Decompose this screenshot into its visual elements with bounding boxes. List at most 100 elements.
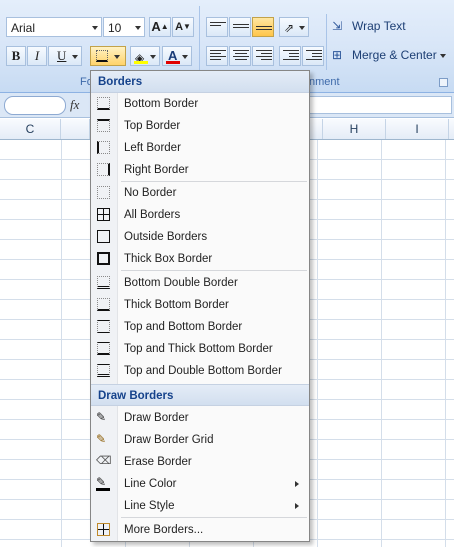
menu-item-right-border[interactable]: Right Border (91, 159, 309, 181)
align-center-icon (233, 50, 249, 62)
bottom-double-border-icon (97, 276, 110, 289)
dialog-launcher-icon[interactable] (439, 78, 448, 87)
fill-color-bar (134, 61, 148, 64)
column-header[interactable] (61, 119, 90, 139)
menu-item-bottom-border[interactable]: Bottom Border (91, 93, 309, 115)
menu-item-top-border[interactable]: Top Border (91, 115, 309, 137)
left-border-icon (97, 141, 110, 154)
menu-item-label: Top and Double Bottom Border (124, 365, 282, 377)
font-size-box[interactable]: 10 (103, 17, 145, 37)
fill-color-button[interactable]: ◈ (130, 46, 160, 66)
merge-center-label: Merge & Center (352, 48, 437, 62)
menu-item-no-border[interactable]: No Border (91, 182, 309, 204)
menu-item-left-border[interactable]: Left Border (91, 137, 309, 159)
menu-item-line-style[interactable]: Line Style (91, 495, 309, 517)
menu-item-top-and-double-bottom-border[interactable]: Top and Double Bottom Border (91, 360, 309, 382)
shrink-font-button[interactable]: A▼ (172, 17, 194, 37)
align-bottom-icon (256, 26, 272, 38)
line-color-bar (96, 488, 110, 491)
top-border-icon (97, 119, 110, 132)
wrap-text-icon: ⇲ (332, 19, 343, 33)
chevron-down-icon[interactable] (440, 54, 446, 58)
menu-item-bottom-double-border[interactable]: Bottom Double Border (91, 272, 309, 294)
align-top-button[interactable] (206, 17, 228, 37)
align-left-icon (210, 50, 226, 62)
decrease-indent-button[interactable] (279, 46, 301, 66)
alignment-group-label: nment (309, 76, 340, 88)
menu-separator (121, 270, 307, 271)
more-borders-icon (97, 523, 110, 536)
menu-item-draw-border-grid[interactable]: ✎ Draw Border Grid (91, 429, 309, 451)
shrink-font-icon: A (175, 21, 184, 33)
chevron-down-icon[interactable] (72, 55, 78, 59)
top-thick-bottom-border-icon (97, 342, 110, 355)
fx-icon[interactable]: fx (70, 97, 79, 113)
menu-item-label: Draw Border (124, 412, 189, 424)
chevron-down-icon[interactable] (92, 26, 98, 30)
increase-indent-button[interactable] (302, 46, 324, 66)
orientation-icon: ⇗ (284, 21, 295, 35)
align-left-button[interactable] (206, 46, 228, 66)
font-color-bar (166, 61, 180, 64)
menu-item-label: More Borders... (124, 524, 204, 536)
menu-item-label: Top and Bottom Border (124, 321, 243, 333)
chevron-down-icon[interactable] (182, 55, 188, 59)
chevron-down-icon[interactable] (299, 26, 305, 30)
menu-item-top-and-bottom-border[interactable]: Top and Bottom Border (91, 316, 309, 338)
name-box[interactable] (4, 96, 66, 115)
italic-button[interactable]: I (27, 46, 47, 66)
column-header-h[interactable]: H (323, 119, 386, 139)
menu-item-thick-bottom-border[interactable]: Thick Bottom Border (91, 294, 309, 316)
wrap-text-label: Wrap Text (352, 19, 406, 33)
line-color-icon: ✎ (96, 476, 110, 491)
bottom-border-icon (97, 97, 110, 110)
menu-item-label: Top and Thick Bottom Border (124, 343, 273, 355)
menu-item-outside-borders[interactable]: Outside Borders (91, 226, 309, 248)
menu-item-more-borders[interactable]: More Borders... (91, 519, 309, 541)
bold-button[interactable]: B (6, 46, 26, 66)
menu-item-draw-border[interactable]: ✎ Draw Border (91, 407, 309, 429)
orientation-button[interactable]: ⇗ (279, 17, 309, 37)
menu-item-thick-box-border[interactable]: Thick Box Border (91, 248, 309, 270)
menu-item-label: Top Border (124, 120, 181, 132)
grow-font-icon: A (151, 19, 161, 34)
pencil-grid-icon: ✎ (96, 432, 107, 446)
group-divider (326, 14, 327, 70)
menu-item-label: Bottom Double Border (124, 277, 238, 289)
borders-section-header: Borders (91, 71, 309, 93)
column-header-c[interactable]: C (0, 119, 61, 139)
font-name-box[interactable]: Arial (6, 17, 102, 37)
bottom-border-icon (96, 50, 108, 62)
menu-item-label: Thick Bottom Border (124, 299, 229, 311)
menu-item-erase-border[interactable]: ⌫ Erase Border (91, 451, 309, 473)
menu-item-label: Left Border (124, 142, 181, 154)
merge-center-icon: ⊞ (332, 48, 343, 62)
merge-center-button[interactable]: ⊞ Merge & Center (332, 47, 450, 65)
align-middle-button[interactable] (229, 17, 251, 37)
thick-bottom-border-icon (97, 298, 110, 311)
chevron-right-icon (295, 481, 299, 487)
menu-item-label: Line Style (124, 500, 175, 512)
menu-item-line-color[interactable]: ✎ Line Color (91, 473, 309, 495)
underline-button[interactable]: U (48, 46, 82, 66)
align-middle-icon (233, 24, 249, 36)
increase-indent-icon (306, 50, 322, 62)
align-bottom-button[interactable] (252, 17, 274, 37)
font-color-button[interactable]: A (162, 46, 192, 66)
all-borders-icon (97, 208, 110, 221)
menu-item-label: Outside Borders (124, 231, 208, 243)
menu-item-label: All Borders (124, 209, 181, 221)
align-right-icon (256, 50, 272, 62)
grow-font-button[interactable]: A▲ (149, 17, 171, 37)
menu-item-top-and-thick-bottom-border[interactable]: Top and Thick Bottom Border (91, 338, 309, 360)
align-right-button[interactable] (252, 46, 274, 66)
wrap-text-button[interactable]: ⇲ Wrap Text (332, 18, 450, 36)
column-header[interactable] (310, 119, 323, 139)
chevron-down-icon[interactable] (135, 26, 141, 30)
menu-item-all-borders[interactable]: All Borders (91, 204, 309, 226)
draw-borders-section-header: Draw Borders (91, 384, 309, 406)
chevron-down-icon[interactable] (150, 55, 156, 59)
column-header-i[interactable]: I (386, 119, 449, 139)
align-center-button[interactable] (229, 46, 251, 66)
menu-item-label: Line Color (124, 478, 177, 490)
